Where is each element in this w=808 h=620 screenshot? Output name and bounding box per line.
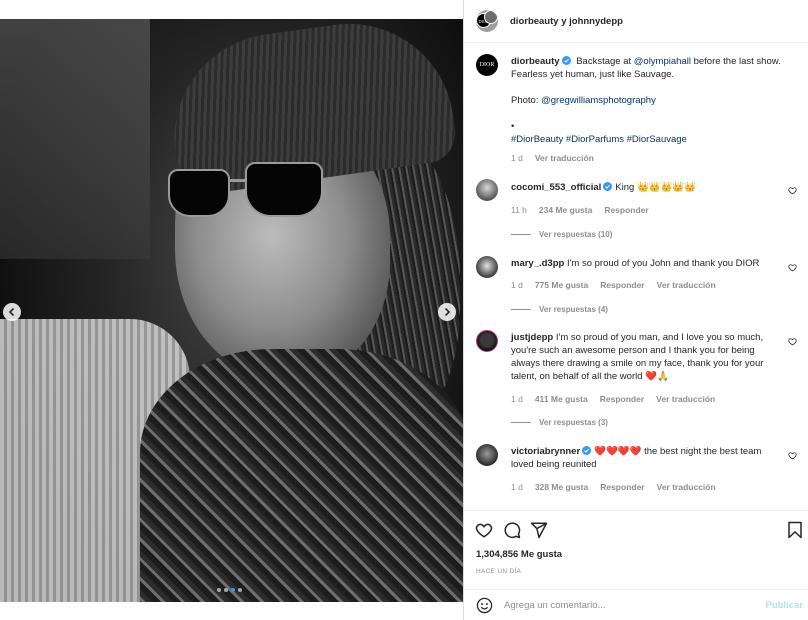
comment-meta: 1 d 775 Me gusta Responder Ver traducció… xyxy=(511,280,716,290)
commenter-avatar[interactable] xyxy=(476,444,498,466)
carousel-dot xyxy=(224,588,228,592)
heart-icon[interactable] xyxy=(788,337,797,346)
comment-icon[interactable] xyxy=(503,521,521,539)
comment-username[interactable]: mary_.d3pp xyxy=(511,258,564,269)
comment-body: I'm so proud of you John and thank you D… xyxy=(566,258,760,269)
comment-translate-link[interactable]: Ver traducción xyxy=(657,280,716,290)
post-header: DIOR diorbeauty y johnnydepp xyxy=(464,0,808,43)
caption-text: diorbeauty Backstage at @olympiahall bef… xyxy=(511,55,785,146)
instagram-post-window: DIOR diorbeauty y johnnydepp DIOR diorbe… xyxy=(0,0,808,620)
chevron-left-icon xyxy=(8,307,15,317)
johnnydepp-avatar-small xyxy=(484,10,498,24)
commenter-avatar[interactable] xyxy=(476,330,498,352)
caption-line1-post: before the last show. xyxy=(690,56,781,67)
commenter-avatar[interactable] xyxy=(476,179,498,201)
comment-translate-link[interactable]: Ver traducción xyxy=(657,482,716,492)
photo-background xyxy=(0,19,150,259)
add-comment-bar: Publicar xyxy=(464,589,808,620)
comment-reply-button[interactable]: Responder xyxy=(600,280,644,290)
comment-time[interactable]: 11 h xyxy=(511,205,527,215)
comment-translate-link[interactable]: Ver traducción xyxy=(656,394,715,404)
comment-username[interactable]: justjdepp xyxy=(511,332,553,343)
heart-icon[interactable] xyxy=(475,521,493,539)
view-replies-label: Ver respuestas (10) xyxy=(539,230,613,239)
comments-thread: DIOR diorbeauty Backstage at @olympiahal… xyxy=(464,44,808,510)
photo-glasses-right xyxy=(245,162,323,217)
post-author-title[interactable]: diorbeauty y johnnydepp xyxy=(510,16,623,27)
comment-meta: 1 d 411 Me gusta Responder Ver traducció… xyxy=(511,394,715,404)
verified-badge-icon xyxy=(582,446,592,455)
comment-meta: 11 h 234 Me gusta Responder xyxy=(511,205,649,215)
replies-divider xyxy=(511,422,531,423)
comment-reply-button[interactable]: Responder xyxy=(600,394,644,404)
replies-divider xyxy=(511,234,531,235)
share-icon[interactable] xyxy=(530,521,548,539)
verified-badge-icon xyxy=(603,182,613,191)
carousel-dot xyxy=(231,588,235,592)
replies-divider xyxy=(511,309,531,310)
caption-hashtags[interactable]: #DiorBeauty #DiorParfums #DiorSauvage xyxy=(511,134,687,145)
caption-translate-link[interactable]: Ver traducción xyxy=(535,153,594,163)
comment-username[interactable]: victoriabrynner xyxy=(511,446,580,457)
comment-text: mary_.d3pp I'm so proud of you John and … xyxy=(511,257,785,270)
caption-bullet: • xyxy=(511,121,515,132)
chevron-right-icon xyxy=(444,307,451,317)
comment-meta: 1 d 328 Me gusta Responder Ver traducció… xyxy=(511,482,716,492)
carousel-dot xyxy=(238,588,242,592)
comment-likes[interactable]: 234 Me gusta xyxy=(539,205,592,215)
photo-glasses-left xyxy=(168,169,230,217)
caption-meta: 1 d Ver traducción xyxy=(511,153,594,163)
caption-time[interactable]: 1 d xyxy=(511,153,523,163)
heart-icon[interactable] xyxy=(788,451,797,460)
post-likes-count[interactable]: 1,304,856 Me gusta xyxy=(476,549,562,560)
comment-username[interactable]: cocomi_553_official xyxy=(511,182,601,193)
media-panel xyxy=(0,0,463,620)
bookmark-icon[interactable] xyxy=(786,521,804,539)
carousel-dot xyxy=(217,588,221,592)
publish-button[interactable]: Publicar xyxy=(766,600,804,611)
heart-icon[interactable] xyxy=(788,263,797,272)
comment-body: King 👑👑👑👑👑 xyxy=(615,182,697,193)
avatar-text: DIOR xyxy=(479,62,495,68)
mention-photographer[interactable]: @gregwilliamsphotography xyxy=(541,95,656,106)
previous-photo-button[interactable] xyxy=(3,303,21,321)
comment-reply-button[interactable]: Responder xyxy=(604,205,648,215)
diorbeauty-avatar[interactable]: DIOR xyxy=(476,54,498,76)
photo-scarf xyxy=(140,349,463,602)
view-replies-label: Ver respuestas (4) xyxy=(539,305,608,314)
view-replies-button[interactable]: Ver respuestas (4) xyxy=(511,305,608,314)
post-time-ago[interactable]: HACE UN DÍA xyxy=(476,568,521,575)
collab-avatar[interactable]: DIOR xyxy=(476,10,498,32)
caption-line1-pre: Backstage at xyxy=(576,56,634,67)
heart-icon[interactable] xyxy=(788,186,797,195)
emoji-icon[interactable] xyxy=(476,597,493,614)
view-replies-label: Ver respuestas (3) xyxy=(539,418,608,427)
post-photo[interactable] xyxy=(0,19,463,602)
comment-likes[interactable]: 775 Me gusta xyxy=(535,280,588,290)
comment-time[interactable]: 1 d xyxy=(511,280,523,290)
comment-text: cocomi_553_official King 👑👑👑👑👑 xyxy=(511,181,785,194)
action-bar: 1,304,856 Me gusta HACE UN DÍA xyxy=(464,510,808,585)
commenter-avatar[interactable] xyxy=(476,256,498,278)
comment-time[interactable]: 1 d xyxy=(511,482,523,492)
comment-input[interactable] xyxy=(504,598,754,613)
mention-olympiahall[interactable]: @olympiahall xyxy=(634,56,691,67)
verified-badge-icon xyxy=(561,56,571,65)
caption-line2: Fearless yet human, just like Sauvage. xyxy=(511,69,675,80)
next-photo-button[interactable] xyxy=(438,303,456,321)
view-replies-button[interactable]: Ver respuestas (3) xyxy=(511,418,608,427)
comment-text: justjdepp I'm so proud of you man, and I… xyxy=(511,331,785,383)
view-replies-button[interactable]: Ver respuestas (10) xyxy=(511,230,612,239)
comment-likes[interactable]: 411 Me gusta xyxy=(535,394,588,404)
comment-text: victoriabrynner ❤️❤️❤️❤️ the best night t… xyxy=(511,445,785,471)
comment-time[interactable]: 1 d xyxy=(511,394,523,404)
post-sidebar: DIOR diorbeauty y johnnydepp DIOR diorbe… xyxy=(463,0,808,620)
comment-likes[interactable]: 328 Me gusta xyxy=(535,482,588,492)
comment-reply-button[interactable]: Responder xyxy=(600,482,644,492)
photo-credit-label: Photo: xyxy=(511,95,542,106)
carousel-dots xyxy=(217,588,242,592)
caption-username[interactable]: diorbeauty xyxy=(511,56,560,67)
